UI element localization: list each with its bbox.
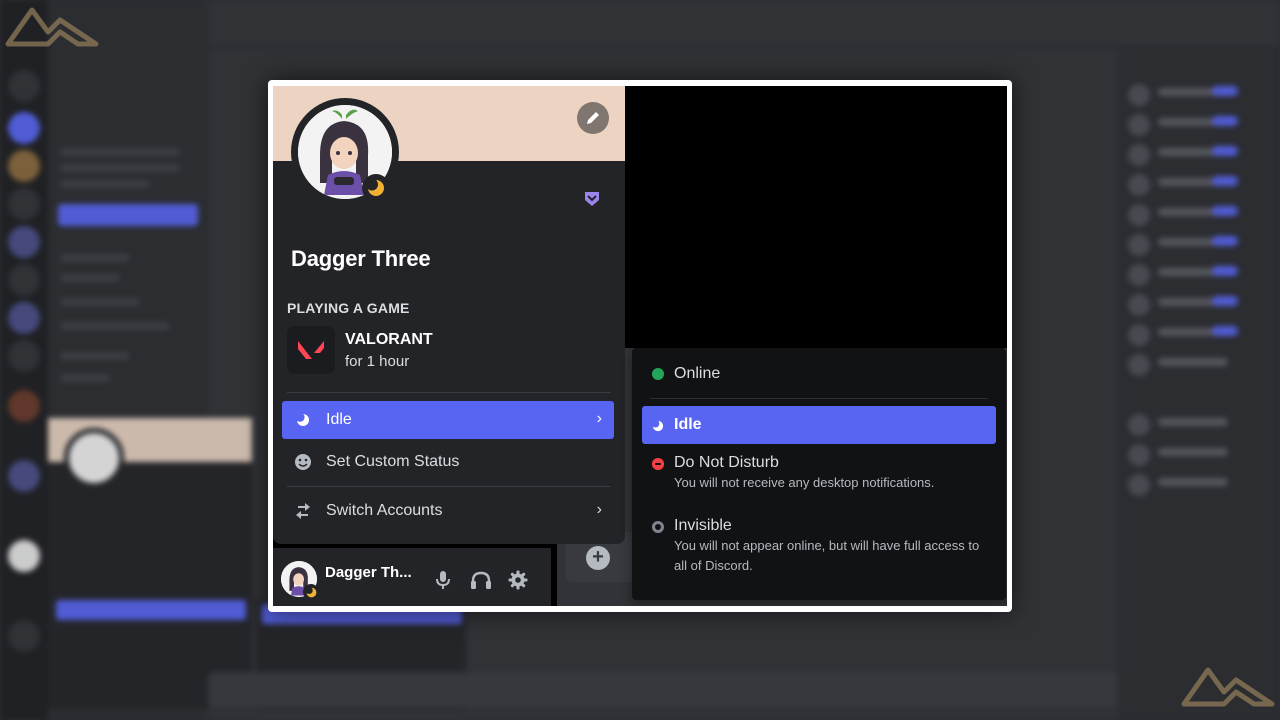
chevron-right-icon: › <box>596 501 602 518</box>
placeholder-line <box>60 180 150 188</box>
add-attachment-button[interactable]: + <box>586 546 610 570</box>
chevron-right-icon: › <box>596 410 602 427</box>
plus-icon: + <box>592 546 604 568</box>
profile-username: Dagger Three <box>291 246 431 271</box>
status-option-idle[interactable]: Idle <box>642 406 996 444</box>
server-icon <box>8 620 40 652</box>
placeholder-line <box>60 148 180 156</box>
microphone-icon <box>436 571 450 589</box>
divider <box>287 486 611 487</box>
placeholder-line <box>60 374 110 382</box>
placeholder-line <box>60 274 120 282</box>
server-icon <box>8 226 40 258</box>
watermark-logo <box>1181 667 1275 707</box>
status-indicator <box>362 174 390 202</box>
member-item <box>1128 414 1268 436</box>
server-icon <box>8 70 40 102</box>
member-item <box>1128 84 1268 106</box>
placeholder-line <box>60 322 170 330</box>
user-panel: Dagger Th... <box>273 548 551 606</box>
status-submenu: Online Idle Do Not Disturb You will not … <box>632 348 1006 600</box>
switch-accounts-label: Switch Accounts <box>326 502 443 519</box>
set-custom-status-button[interactable]: Set Custom Status <box>282 443 614 481</box>
edit-profile-button[interactable] <box>577 102 609 134</box>
member-item <box>1128 294 1268 316</box>
status-option-dnd[interactable]: Do Not Disturb You will not receive any … <box>642 452 996 508</box>
activity-header: PLAYING A GAME <box>287 300 410 316</box>
member-item <box>1128 474 1268 496</box>
switch-accounts-button[interactable]: Switch Accounts › <box>282 492 614 530</box>
headphones-icon <box>471 571 491 589</box>
divider <box>650 398 988 399</box>
dnd-icon <box>652 458 664 470</box>
game-elapsed: for 1 hour <box>345 353 410 370</box>
invisible-icon <box>652 521 664 533</box>
user-panel-name[interactable]: Dagger Th... <box>325 564 412 581</box>
moon-icon <box>305 586 316 597</box>
server-icon <box>8 340 40 372</box>
member-item <box>1128 174 1268 196</box>
status-option-label: Online <box>674 365 721 382</box>
screenshot-content: + Dagger Three PLAYING A GAME VALORANT f… <box>273 86 1007 606</box>
status-indicator <box>303 584 319 600</box>
status-option-description: You will not appear online, but will hav… <box>674 538 980 573</box>
status-menu-item[interactable]: Idle › <box>282 401 614 439</box>
moon-icon <box>294 411 312 429</box>
pencil-icon <box>587 112 599 124</box>
server-icon <box>8 540 40 572</box>
member-item <box>1128 144 1268 166</box>
mute-button[interactable] <box>431 568 455 592</box>
status-option-label: Do Not Disturb <box>674 454 779 471</box>
valorant-icon <box>287 326 335 374</box>
placeholder-line <box>60 164 180 172</box>
server-icon <box>8 150 40 182</box>
placeholder-button <box>58 204 198 226</box>
status-option-label: Invisible <box>674 517 732 534</box>
watermark-logo <box>5 7 99 47</box>
game-name: VALORANT <box>345 331 433 348</box>
user-settings-button[interactable] <box>506 568 530 592</box>
gear-icon <box>508 570 528 590</box>
hypesquad-icon[interactable] <box>583 190 601 208</box>
custom-status-label: Set Custom Status <box>326 453 460 470</box>
server-icon <box>8 264 40 296</box>
moon-icon <box>651 419 664 432</box>
member-item <box>1128 114 1268 136</box>
member-item <box>1128 444 1268 466</box>
server-icon <box>8 460 40 492</box>
status-option-invisible[interactable]: Invisible You will not appear online, bu… <box>642 516 996 592</box>
member-item <box>1128 264 1268 286</box>
server-icon <box>8 112 40 144</box>
background-avatar <box>64 428 124 488</box>
switch-accounts-icon <box>294 502 312 520</box>
status-menu-label: Idle <box>326 411 352 428</box>
status-option-description: You will not receive any desktop notific… <box>674 475 935 490</box>
background-message-bar <box>208 672 1118 708</box>
smiley-icon <box>294 453 312 471</box>
background-idle-row <box>56 600 246 620</box>
online-dot-icon <box>652 368 664 380</box>
divider <box>287 392 611 393</box>
status-option-online[interactable]: Online <box>642 356 996 392</box>
member-item <box>1128 354 1268 376</box>
server-icon <box>8 188 40 220</box>
placeholder-line <box>60 254 130 262</box>
member-item <box>1128 234 1268 256</box>
placeholder-line <box>60 298 140 306</box>
status-option-label: Idle <box>674 416 702 433</box>
member-item <box>1128 324 1268 346</box>
top-bar <box>208 0 1280 48</box>
server-icon <box>8 302 40 334</box>
server-icon <box>8 390 40 422</box>
placeholder-line <box>60 352 130 360</box>
moon-icon <box>367 179 384 196</box>
deafen-button[interactable] <box>469 568 493 592</box>
profile-popout: Dagger Three PLAYING A GAME VALORANT for… <box>273 86 625 544</box>
member-item <box>1128 204 1268 226</box>
screenshot-frame: + Dagger Three PLAYING A GAME VALORANT f… <box>268 80 1012 612</box>
